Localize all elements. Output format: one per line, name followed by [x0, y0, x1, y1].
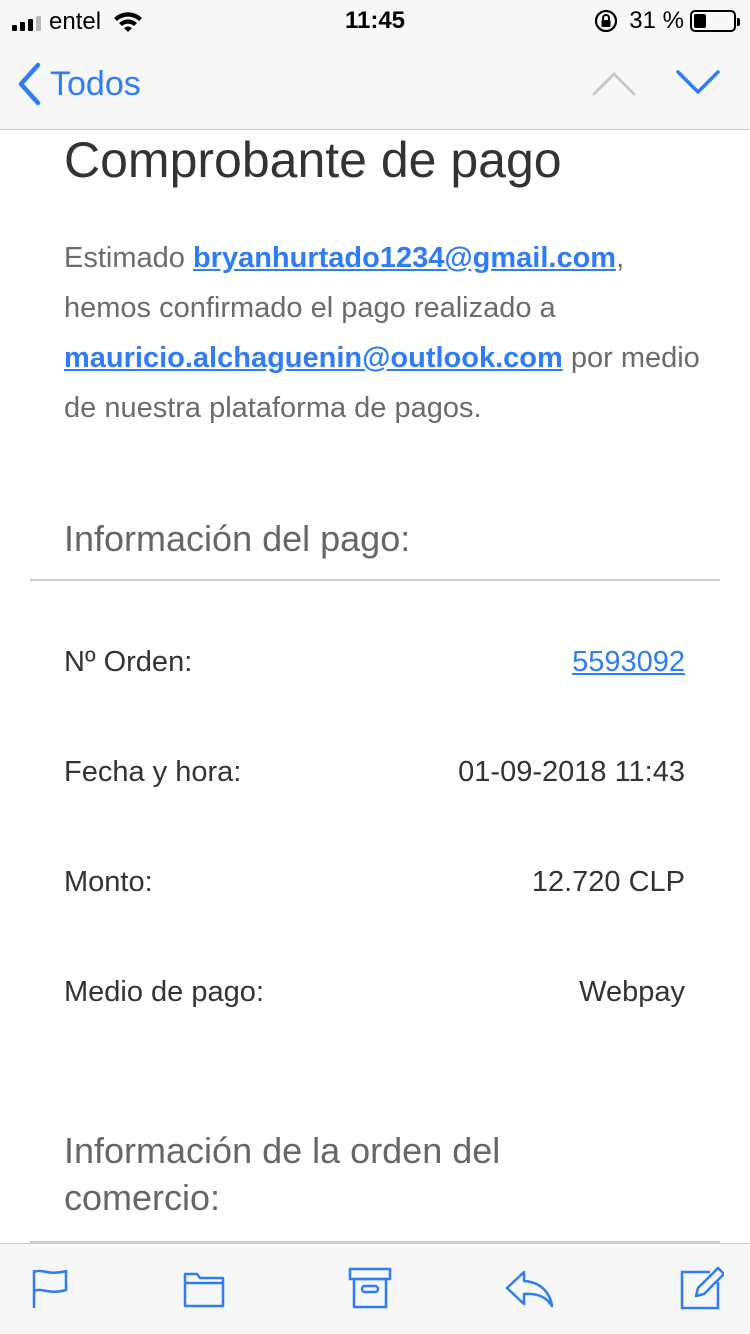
section-divider: [30, 579, 720, 581]
battery-icon: [690, 10, 740, 32]
payment-row-value: 12.720 CLP: [531, 865, 685, 898]
navigation-bar: Todos: [0, 42, 750, 130]
order-number-link[interactable]: 5593092: [572, 646, 685, 679]
battery-fill: [694, 14, 706, 28]
email-body[interactable]: Comprobante de pago Estimado bryanhurtad…: [0, 131, 750, 1243]
payment-row-value: 01-09-2018 11:43: [458, 755, 685, 788]
next-message-icon[interactable]: [674, 68, 722, 98]
email-title: Comprobante de pago: [64, 132, 562, 188]
back-label: Todos: [50, 64, 141, 103]
chevron-left-icon: [18, 62, 41, 106]
archive-icon[interactable]: [348, 1266, 392, 1310]
status-right: 31 %: [593, 7, 740, 35]
intro-prefix: Estimado: [64, 242, 193, 274]
payment-row-datetime: Fecha y hora: 01-09-2018 11:43: [64, 752, 685, 792]
folder-icon[interactable]: [182, 1266, 226, 1310]
intro-paragraph: Estimado bryanhurtado1234@gmail.com, hem…: [64, 233, 704, 433]
payment-row-method: Medio de pago: Webpay: [64, 972, 685, 1012]
payment-row-value: Webpay: [579, 975, 685, 1008]
sender-email-link[interactable]: bryanhurtado1234@gmail.com: [193, 242, 616, 274]
order-section-title: Información de la orden del comercio:: [64, 1130, 501, 1218]
payment-row-label: Medio de pago:: [64, 975, 264, 1008]
rotation-lock-icon: [595, 9, 618, 33]
flag-icon[interactable]: [28, 1266, 72, 1310]
payment-row-label: Nº Orden:: [64, 645, 193, 678]
previous-message-icon[interactable]: [590, 68, 638, 98]
payment-row-amount: Monto: 12.720 CLP: [64, 862, 685, 902]
bottom-toolbar: [0, 1243, 750, 1334]
payment-row-label: Monto:: [64, 865, 153, 898]
compose-icon[interactable]: [680, 1266, 724, 1310]
battery-percent: 31 %: [629, 7, 684, 34]
status-bar: entel 11:45 31 %: [0, 0, 750, 42]
payment-section-title: Información del pago:: [64, 518, 411, 559]
recipient-email-link[interactable]: mauricio.alchaguenin@outlook.com: [64, 342, 563, 374]
back-button[interactable]: Todos: [16, 62, 141, 106]
reply-icon[interactable]: [504, 1266, 554, 1310]
payment-row-label: Fecha y hora:: [64, 755, 242, 788]
payment-row-order: Nº Orden: 5593092: [64, 642, 685, 682]
